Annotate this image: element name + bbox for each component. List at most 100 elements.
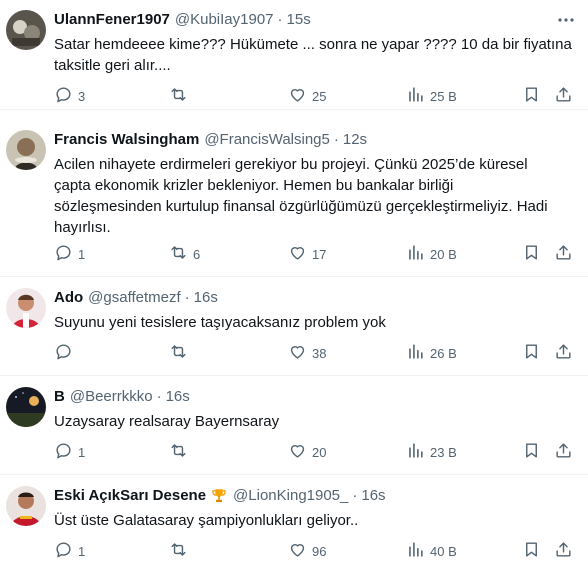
views-chart-icon xyxy=(406,540,425,562)
like-button[interactable]: 25 xyxy=(288,85,326,107)
like-button[interactable]: 38 xyxy=(288,342,326,364)
timestamp[interactable]: 16s xyxy=(361,486,385,506)
like-count: 20 xyxy=(312,444,327,460)
tweet-header: B @Beerrkkko · 16s xyxy=(54,387,578,407)
separator-dot: · xyxy=(156,388,162,405)
views-button[interactable]: 25 B xyxy=(406,85,457,107)
tweet-text: Uzaysaray realsaray Bayernsaray xyxy=(54,413,280,430)
share-icon xyxy=(554,342,573,364)
share-icon xyxy=(554,243,573,265)
retweet-icon xyxy=(169,85,188,107)
timestamp[interactable]: 12s xyxy=(343,130,367,150)
user-name[interactable]: B xyxy=(54,387,65,407)
tweet[interactable]: Ado @gsaffetmezf · 16s Suyunu yeni tesis… xyxy=(0,277,588,376)
tweet-text: Suyunu yeni tesislere taşıyacaksanız pro… xyxy=(54,314,386,331)
views-count: 23 B xyxy=(430,444,457,460)
heart-icon xyxy=(288,540,307,562)
bookmark-button[interactable] xyxy=(522,243,541,265)
trophy-icon xyxy=(210,487,228,505)
share-button[interactable] xyxy=(554,85,573,107)
user-name[interactable]: Francis Walsingham xyxy=(54,130,199,150)
reply-count: 1 xyxy=(78,444,86,460)
reply-icon xyxy=(54,243,73,265)
share-icon xyxy=(554,540,573,562)
user-handle[interactable]: @Beerrkkko xyxy=(70,387,153,407)
user-handle[interactable]: @FrancisWalsing5 xyxy=(204,130,330,150)
retweet-button[interactable] xyxy=(169,342,193,364)
bookmark-icon xyxy=(522,342,541,364)
reply-icon xyxy=(54,441,73,463)
tweet-text: Acilen nihayete erdirmeleri gerekiyor bu… xyxy=(54,156,548,236)
timestamp[interactable]: 15s xyxy=(287,10,311,30)
like-count: 25 xyxy=(312,88,327,104)
user-handle[interactable]: @LionKing1905_ xyxy=(233,486,348,506)
reply-button[interactable] xyxy=(54,342,78,364)
tweet-actions: 1 20 23 B xyxy=(54,441,574,463)
views-count: 26 B xyxy=(430,345,457,361)
user-handle[interactable]: @KubiIay1907 xyxy=(175,10,274,30)
tweet-text: Üst üste Galatasaray şampiyonlukları gel… xyxy=(54,512,359,529)
retweet-count: 6 xyxy=(193,246,201,262)
like-button[interactable]: 17 xyxy=(288,243,326,265)
reply-button[interactable]: 1 xyxy=(54,540,85,562)
avatar[interactable] xyxy=(6,288,46,328)
share-button[interactable] xyxy=(554,342,573,364)
heart-icon xyxy=(288,342,307,364)
avatar[interactable] xyxy=(6,130,46,170)
reply-button[interactable]: 1 xyxy=(54,243,85,265)
tweet[interactable]: Eski AçıkSarı Desene @LionKing1905_ · 16… xyxy=(0,475,588,578)
tweet-header: Ado @gsaffetmezf · 16s xyxy=(54,288,578,308)
views-button[interactable]: 26 B xyxy=(406,342,457,364)
timestamp[interactable]: 16s xyxy=(194,288,218,308)
views-chart-icon xyxy=(406,85,425,107)
tweet-text: Satar hemdeeee kime??? Hükümete ... sonr… xyxy=(54,36,572,74)
bookmark-button[interactable] xyxy=(522,342,541,364)
avatar[interactable] xyxy=(6,10,46,50)
bookmark-icon xyxy=(522,85,541,107)
views-button[interactable]: 40 B xyxy=(406,540,457,562)
views-button[interactable]: 23 B xyxy=(406,441,457,463)
bookmark-button[interactable] xyxy=(522,540,541,562)
tweet-actions: 1 96 40 B xyxy=(54,540,574,562)
tweet-actions: 3 25 25 B xyxy=(54,85,574,107)
views-button[interactable]: 20 B xyxy=(406,243,457,265)
share-button[interactable] xyxy=(554,441,573,463)
share-button[interactable] xyxy=(554,243,573,265)
timestamp[interactable]: 16s xyxy=(166,387,190,407)
like-button[interactable]: 20 xyxy=(288,441,326,463)
user-name[interactable]: UlannFener1907 xyxy=(54,10,170,30)
retweet-button[interactable] xyxy=(169,540,193,562)
views-chart-icon xyxy=(406,243,425,265)
user-handle[interactable]: @gsaffetmezf xyxy=(88,288,181,308)
views-count: 40 B xyxy=(430,543,457,559)
views-chart-icon xyxy=(406,342,425,364)
bookmark-icon xyxy=(522,243,541,265)
tweet-feed: UlannFener1907 @KubiIay1907 · 15s Satar … xyxy=(0,0,588,578)
avatar[interactable] xyxy=(6,387,46,427)
reply-button[interactable]: 3 xyxy=(54,85,85,107)
avatar[interactable] xyxy=(6,486,46,526)
retweet-button[interactable]: 6 xyxy=(169,243,200,265)
user-name[interactable]: Eski AçıkSarı Desene xyxy=(54,486,206,506)
views-count: 20 B xyxy=(430,246,457,262)
reply-button[interactable]: 1 xyxy=(54,441,85,463)
share-button[interactable] xyxy=(554,540,573,562)
tweet-actions: 38 26 B xyxy=(54,342,574,364)
reply-icon xyxy=(54,540,73,562)
bookmark-button[interactable] xyxy=(522,85,541,107)
retweet-icon xyxy=(169,540,188,562)
retweet-button[interactable] xyxy=(169,85,193,107)
user-name[interactable]: Ado xyxy=(54,288,83,308)
like-count: 96 xyxy=(312,543,327,559)
bookmark-button[interactable] xyxy=(522,441,541,463)
more-dots-icon[interactable] xyxy=(556,10,576,30)
tweet[interactable]: UlannFener1907 @KubiIay1907 · 15s Satar … xyxy=(0,0,588,110)
like-button[interactable]: 96 xyxy=(288,540,326,562)
heart-icon xyxy=(288,441,307,463)
tweet[interactable]: Francis Walsingham @FrancisWalsing5 · 12… xyxy=(0,110,588,277)
tweet-actions: 1 6 17 20 B xyxy=(54,243,574,265)
retweet-icon xyxy=(169,441,188,463)
tweet[interactable]: B @Beerrkkko · 16s Uzaysaray realsaray B… xyxy=(0,376,588,475)
reply-count: 1 xyxy=(78,246,86,262)
retweet-button[interactable] xyxy=(169,441,193,463)
